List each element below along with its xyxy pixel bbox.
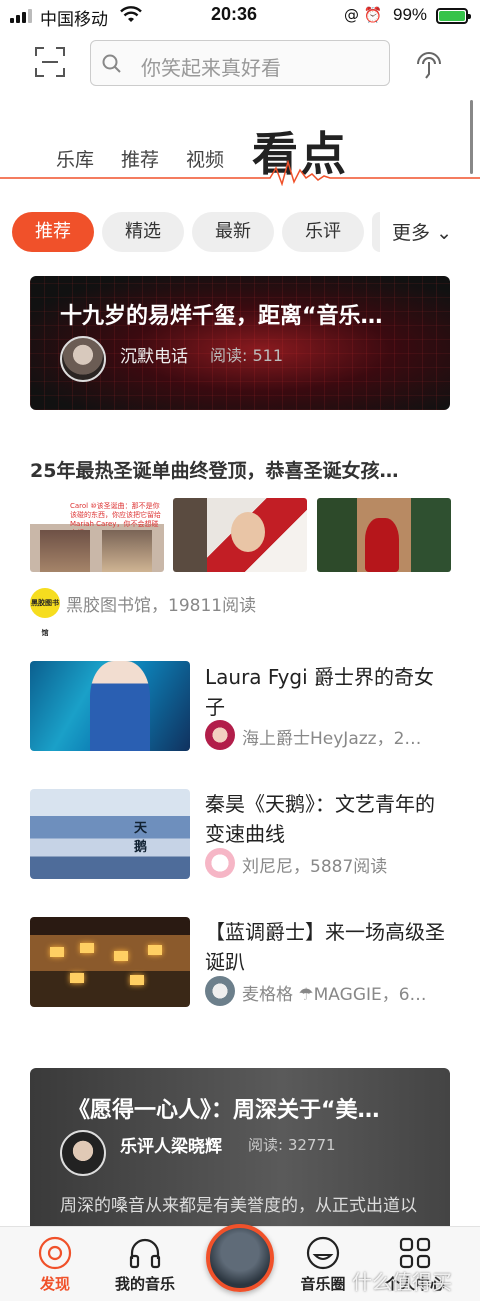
alarm-icon: @ ⏰ <box>344 6 383 24</box>
article-thumbnail[interactable] <box>173 498 307 572</box>
audio-wave-divider <box>0 160 480 186</box>
clock: 20:36 <box>211 4 258 24</box>
scan-icon[interactable] <box>34 46 66 78</box>
chip-recommend[interactable]: 推荐 <box>12 212 94 252</box>
list-item-title[interactable]: 【蓝调爵士】来一场高级圣诞趴 <box>205 917 450 977</box>
avatar <box>205 720 235 750</box>
watermark: 什么值得买 <box>352 1270 452 1294</box>
list-item-image[interactable]: 天鹅 <box>30 789 190 879</box>
chip-partial <box>372 212 380 252</box>
search-placeholder: 你笑起来真好看 <box>141 56 281 80</box>
avatar <box>205 976 235 1006</box>
list-item-meta: 海上爵士HeyJazz，2… <box>242 729 422 749</box>
list-item-image[interactable] <box>30 661 190 751</box>
list-item-meta: 麦格格 ☂MAGGIE，6… <box>242 985 427 1005</box>
feature-article-card[interactable]: 十九岁的易烊千玺，距离“音乐… 沉默电话 阅读: 511 <box>30 276 450 410</box>
tab-label: 我的音乐 <box>114 1275 175 1293</box>
chip-latest[interactable]: 最新 <box>192 212 274 252</box>
review-title: 《愿得一心人》：周深关于“美… <box>68 1098 380 1123</box>
search-icon <box>102 54 121 73</box>
headphones-icon <box>129 1238 161 1269</box>
chip-featured[interactable]: 精选 <box>102 212 184 252</box>
review-author: 乐评人梁晓辉 <box>120 1137 222 1157</box>
review-article-card[interactable]: 《愿得一心人》：周深关于“美… 乐评人梁晓辉 阅读: 32771 周深的嗓音从来… <box>30 1068 450 1238</box>
list-item-image[interactable] <box>30 917 190 1007</box>
avatar <box>60 336 106 382</box>
carrier-label: 中国移动 <box>40 10 108 30</box>
status-bar: 中国移动 20:36 @ ⏰ 99% <box>0 0 480 32</box>
avatar <box>60 1130 106 1176</box>
list-item-title[interactable]: 秦昊《天鹅》：文艺青年的变速曲线 <box>205 789 450 849</box>
now-playing-disc[interactable] <box>206 1224 274 1292</box>
list-item-meta: 刘尼尼，5887阅读 <box>242 857 388 877</box>
tab-my-music[interactable]: 我的音乐 <box>100 1227 190 1301</box>
smile-icon <box>306 1236 340 1270</box>
list-item-title[interactable]: Laura Fygi 爵士界的奇女子 <box>205 662 450 722</box>
tab-label: 发现 <box>39 1275 70 1293</box>
image-caption: 天鹅 <box>134 821 148 855</box>
search-input[interactable]: 你笑起来真好看 <box>90 40 390 86</box>
review-reads: 阅读: 32771 <box>248 1136 336 1154</box>
article-meta: 黑胶图书馆，19811阅读 <box>66 596 257 616</box>
source-logo: 黑胶图书馆 <box>30 588 60 637</box>
avatar <box>205 848 235 878</box>
battery-icon <box>436 8 471 24</box>
feature-author: 沉默电话 <box>120 347 188 367</box>
more-categories-button[interactable]: 更多 ⌄ <box>392 218 452 245</box>
music-recognition-icon[interactable] <box>410 44 448 82</box>
feature-reads: 阅读: 511 <box>210 346 284 365</box>
chevron-down-icon: ⌄ <box>436 222 452 244</box>
scroll-indicator <box>470 100 473 174</box>
article-title[interactable]: 25年最热圣诞单曲终登顶，恭喜圣诞女孩… <box>30 456 450 483</box>
article-thumbnail[interactable] <box>317 498 451 572</box>
feature-title: 十九岁的易烊千玺，距离“音乐… <box>60 304 383 329</box>
chip-reviews[interactable]: 乐评 <box>282 212 364 252</box>
discover-icon <box>38 1236 72 1270</box>
signal-icon <box>10 9 32 23</box>
tab-discover[interactable]: 发现 <box>10 1227 100 1301</box>
wifi-icon <box>120 6 142 22</box>
battery-percent: 99% <box>393 5 428 24</box>
article-thumbnail[interactable]: Carol ⑩该圣诞曲：那不是你该碰的东西，你应该把它留给Mariah Care… <box>30 498 164 572</box>
